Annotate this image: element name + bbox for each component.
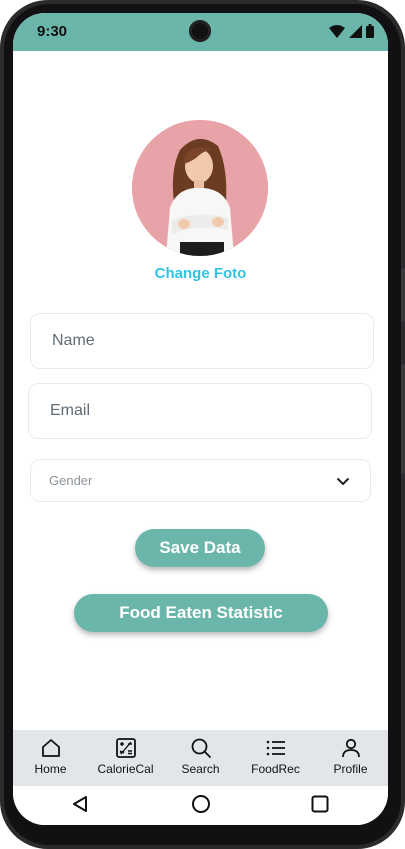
back-icon[interactable]	[72, 796, 88, 812]
gender-select[interactable]: Gender	[30, 459, 371, 502]
phone-frame: 9:30 Change Foto Name Email Gender Save …	[0, 0, 405, 849]
nav-label-home: Home	[34, 762, 67, 776]
save-data-button[interactable]: Save Data	[135, 529, 265, 567]
food-eaten-statistic-label: Food Eaten Statistic	[119, 603, 283, 622]
name-field[interactable]: Name	[30, 313, 374, 369]
person-photo	[132, 120, 268, 256]
battery-icon	[366, 24, 374, 38]
front-camera	[189, 20, 211, 42]
signal-icon	[349, 24, 362, 38]
system-navigation-bar	[13, 786, 388, 825]
bottom-nav: Home CalorieCal Search FoodRec Profile	[13, 730, 388, 786]
food-eaten-statistic-button[interactable]: Food Eaten Statistic	[74, 594, 328, 632]
nav-label-search: Search	[181, 762, 220, 776]
list-icon	[266, 740, 285, 756]
email-field[interactable]: Email	[28, 383, 372, 439]
profile-avatar[interactable]	[132, 120, 268, 256]
wifi-icon	[329, 24, 345, 38]
change-photo-link[interactable]: Change Foto	[13, 265, 388, 282]
home-icon	[41, 739, 60, 757]
gender-selected-value: Gender	[49, 473, 93, 488]
nav-item-profile[interactable]: Profile	[313, 730, 388, 786]
email-placeholder: Email	[50, 402, 91, 419]
home-circle-icon[interactable]	[191, 794, 211, 814]
nav-label-caloriecal: CalorieCal	[97, 762, 154, 776]
save-data-label: Save Data	[159, 538, 241, 557]
status-icons	[329, 24, 374, 38]
recent-apps-icon[interactable]	[311, 795, 329, 813]
nav-item-caloriecal[interactable]: CalorieCal	[88, 730, 163, 786]
screen: 9:30 Change Foto Name Email Gender Save …	[13, 13, 388, 825]
name-placeholder: Name	[52, 332, 95, 349]
nav-label-profile: Profile	[333, 762, 368, 776]
search-icon	[191, 738, 211, 758]
person-icon	[341, 738, 360, 758]
power-button	[401, 268, 405, 322]
nav-item-foodrec[interactable]: FoodRec	[238, 730, 313, 786]
nav-item-home[interactable]: Home	[13, 730, 88, 786]
status-time: 9:30	[37, 23, 68, 40]
volume-button	[401, 364, 405, 474]
chevron-down-icon	[337, 478, 349, 485]
calculator-icon	[115, 738, 136, 758]
status-bar: 9:30	[13, 13, 388, 51]
nav-label-foodrec: FoodRec	[251, 762, 300, 776]
nav-item-search[interactable]: Search	[163, 730, 238, 786]
